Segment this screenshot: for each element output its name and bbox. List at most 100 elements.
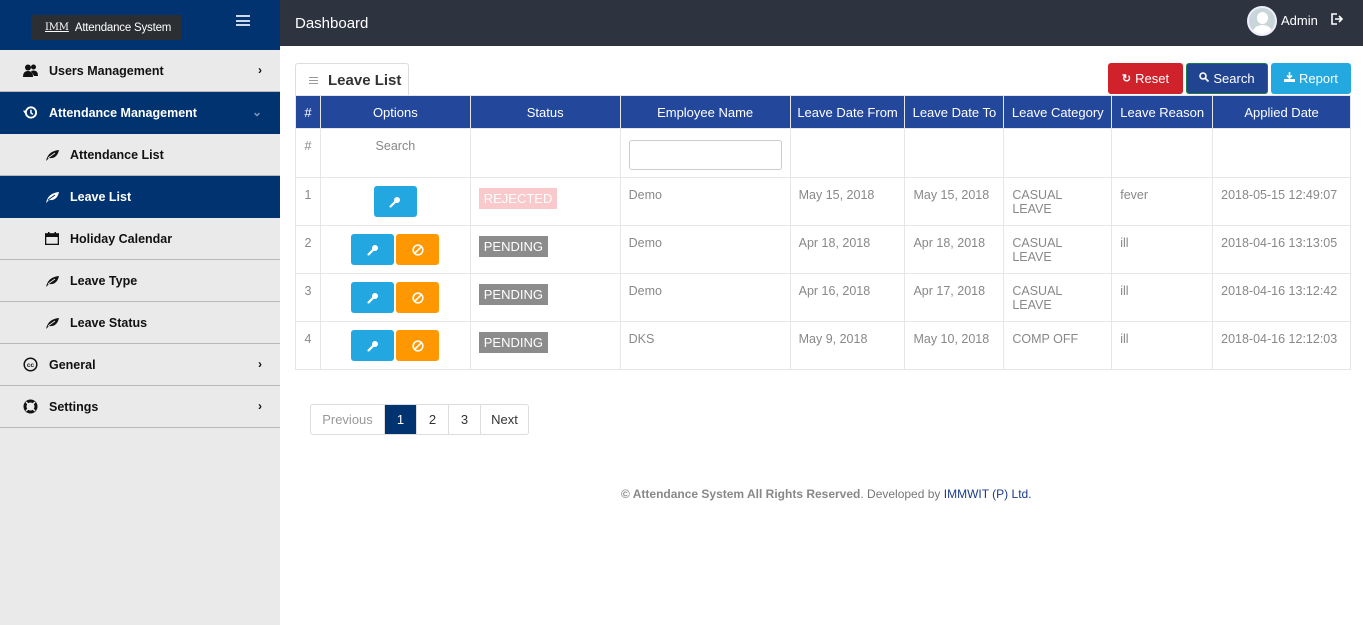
- col-header-leave-date-to[interactable]: Leave Date To: [904, 95, 1005, 129]
- col-header-num[interactable]: #: [295, 95, 321, 129]
- table-header-row: # Options Status Employee Name Leave Dat…: [295, 95, 1351, 129]
- user-name[interactable]: Admin: [1281, 13, 1318, 28]
- reset-label: Reset: [1135, 71, 1170, 86]
- ban-icon: [412, 291, 424, 304]
- col-header-applied-date[interactable]: Applied Date: [1212, 95, 1351, 129]
- row-status: PENDING: [469, 321, 621, 370]
- wrench-icon: [389, 196, 401, 207]
- reset-button[interactable]: ↻ Reset: [1108, 63, 1183, 94]
- logo-mark: IMM: [45, 22, 69, 33]
- row-options: [319, 225, 471, 274]
- sidebar-item-settings[interactable]: Settings ›: [0, 386, 280, 428]
- cancel-leave-button[interactable]: [396, 234, 440, 265]
- row-employee: Demo: [619, 273, 791, 322]
- pagination-next[interactable]: Next: [480, 405, 528, 434]
- row-num: 3: [295, 273, 321, 322]
- leaf-icon: [44, 315, 60, 331]
- menu-toggle-icon[interactable]: [236, 15, 250, 26]
- filter-cell-empty: [1003, 128, 1113, 178]
- sidebar-item-users-management[interactable]: Users Management ›: [0, 50, 280, 92]
- logout-icon[interactable]: [1331, 13, 1344, 28]
- row-employee: DKS: [619, 321, 791, 370]
- cancel-leave-button[interactable]: [396, 330, 440, 361]
- sidebar-item-attendance-list[interactable]: Attendance List: [0, 134, 280, 176]
- row-category: CASUAL LEAVE: [1003, 273, 1113, 322]
- cancel-leave-button[interactable]: [396, 282, 440, 313]
- brand-name: Attendance System: [74, 21, 172, 34]
- row-status: REJECTED: [469, 177, 621, 226]
- chevron-right-icon: ›: [258, 399, 262, 413]
- sidebar-item-label: Settings: [49, 399, 99, 414]
- edit-button[interactable]: [351, 234, 395, 265]
- row-num: 2: [295, 225, 321, 274]
- panel-title: Leave List: [328, 71, 402, 89]
- col-header-leave-date-from[interactable]: Leave Date From: [789, 95, 906, 129]
- search-button[interactable]: Search: [1186, 63, 1268, 94]
- report-button[interactable]: Report: [1271, 63, 1351, 94]
- panel-tab-leave-list[interactable]: Leave List: [295, 63, 409, 96]
- row-options: [319, 321, 471, 370]
- row-leave-to: Apr 18, 2018: [904, 225, 1005, 274]
- sidebar-item-attendance-management[interactable]: Attendance Management ⌄: [0, 92, 280, 134]
- brand-logo[interactable]: IMM Attendance System: [31, 15, 181, 40]
- employee-name-filter-input[interactable]: [628, 140, 782, 170]
- row-applied-date: 2018-04-16 13:12:42: [1212, 273, 1351, 322]
- row-leave-from: Apr 18, 2018: [789, 225, 906, 274]
- users-icon: [22, 63, 38, 79]
- pagination-page-2[interactable]: 2: [416, 405, 448, 434]
- row-category: CASUAL LEAVE: [1003, 225, 1113, 274]
- row-leave-from: May 15, 2018: [789, 177, 906, 226]
- filter-status-cell: [469, 128, 621, 178]
- row-reason: ill: [1111, 321, 1214, 370]
- pagination-previous[interactable]: Previous: [311, 405, 384, 434]
- chevron-right-icon: ›: [258, 63, 262, 77]
- pagination-page-3[interactable]: 3: [448, 405, 480, 434]
- filter-cell-empty: [1111, 128, 1214, 178]
- footer: © Attendance System All Rights Reserved.…: [621, 487, 1032, 501]
- svg-text:cc: cc: [26, 362, 34, 369]
- row-leave-from: May 9, 2018: [789, 321, 906, 370]
- pagination-page-1[interactable]: 1: [384, 405, 416, 434]
- ban-icon: [412, 339, 424, 352]
- row-applied-date: 2018-04-16 12:12:03: [1212, 321, 1351, 370]
- col-header-leave-reason[interactable]: Leave Reason: [1111, 95, 1214, 129]
- status-badge: PENDING: [478, 332, 548, 353]
- edit-button[interactable]: [373, 186, 417, 217]
- col-header-leave-category[interactable]: Leave Category: [1003, 95, 1113, 129]
- download-icon: [1283, 72, 1295, 85]
- filter-cell-empty: [904, 128, 1005, 178]
- row-leave-to: May 15, 2018: [904, 177, 1005, 226]
- sidebar-item-holiday-calendar[interactable]: Holiday Calendar: [0, 218, 280, 260]
- edit-button[interactable]: [351, 282, 395, 313]
- footer-copyright: © Attendance System All Rights Reserved: [621, 487, 861, 501]
- sidebar-item-label: Holiday Calendar: [70, 231, 173, 246]
- row-reason: ill: [1111, 225, 1214, 274]
- status-badge: PENDING: [478, 236, 548, 257]
- brand-bar: IMM Attendance System: [0, 0, 280, 50]
- footer-company-link[interactable]: IMMWIT (P) Ltd.: [944, 487, 1032, 501]
- wrench-icon: [367, 340, 378, 351]
- col-header-status[interactable]: Status: [469, 95, 621, 129]
- col-header-options[interactable]: Options: [319, 95, 471, 129]
- row-options: [319, 177, 471, 226]
- row-leave-from: Apr 16, 2018: [789, 273, 906, 322]
- sidebar-item-label: Attendance Management: [49, 105, 197, 120]
- row-category: CASUAL LEAVE: [1003, 177, 1113, 226]
- row-leave-to: May 10, 2018: [904, 321, 1005, 370]
- refresh-icon: ↻: [1121, 73, 1132, 85]
- pagination: Previous 1 2 3 Next: [310, 404, 529, 435]
- col-header-employee-name[interactable]: Employee Name: [619, 95, 791, 129]
- sidebar-item-general[interactable]: cc General ›: [0, 344, 280, 386]
- avatar[interactable]: [1247, 6, 1277, 36]
- edit-button[interactable]: [351, 330, 395, 361]
- search-icon: [1199, 72, 1210, 85]
- row-num: 1: [295, 177, 321, 226]
- row-reason: fever: [1111, 177, 1214, 226]
- sidebar-item-leave-type[interactable]: Leave Type: [0, 260, 280, 302]
- sidebar-item-leave-list[interactable]: Leave List: [0, 176, 280, 218]
- sidebar-item-leave-status[interactable]: Leave Status: [0, 302, 280, 344]
- calendar-icon: [44, 231, 60, 247]
- report-label: Report: [1298, 71, 1339, 86]
- leaf-icon: [44, 273, 60, 289]
- leaf-icon: [44, 147, 60, 163]
